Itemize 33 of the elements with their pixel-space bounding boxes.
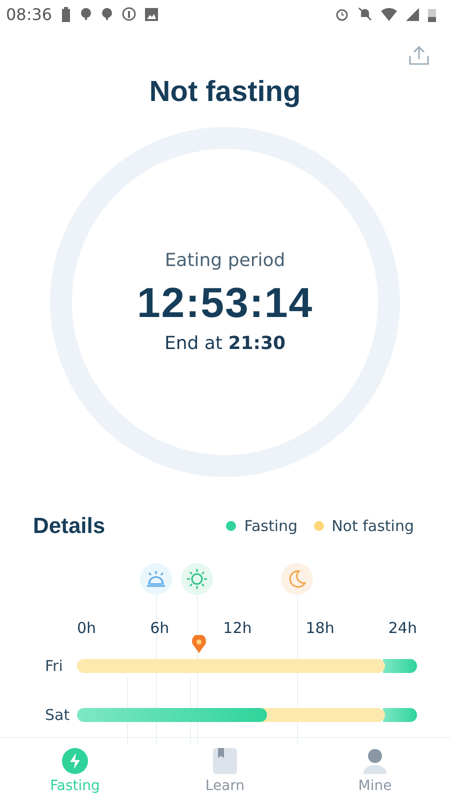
period-label: Eating period [164, 250, 286, 271]
hour-tick-label: 6h [150, 619, 170, 637]
mine-tab[interactable]: Mine [300, 738, 450, 800]
lightning-icon [62, 748, 88, 774]
legend-label: Fasting [244, 517, 298, 535]
tree-icon [80, 8, 92, 20]
circle-icon [122, 7, 136, 21]
alarm-icon [335, 7, 349, 21]
details-title: Details [33, 513, 106, 539]
timer-value: 12:53:14 [136, 279, 314, 327]
day-label: Sat [45, 706, 70, 724]
moon-icon [281, 563, 313, 595]
tree-icon [101, 8, 114, 20]
end-time: End at 21:30 [164, 333, 286, 354]
signal-icon [406, 8, 419, 20]
wifi-icon [381, 8, 397, 20]
hour-tick-label: 12h [223, 619, 252, 637]
hour-tick-label: 24h [388, 619, 417, 637]
image-icon [145, 8, 158, 20]
battery-icon [428, 6, 436, 22]
bell-off-icon [358, 7, 372, 21]
person-icon [363, 748, 387, 774]
status-time: 08:36 [6, 4, 52, 24]
hour-tick-label: 18h [306, 619, 334, 637]
day-label: Fri [45, 657, 63, 675]
hour-tick-label: 0h [77, 619, 96, 637]
fasting-status-title: Not fasting [148, 76, 302, 109]
share-icon[interactable] [408, 46, 430, 66]
fasting-tab[interactable]: Fasting [0, 738, 150, 800]
bookmark-icon [213, 748, 237, 774]
battery-saver-icon [61, 6, 72, 22]
learn-tab[interactable]: Learn [150, 738, 300, 800]
legend-label: Not fasting [332, 517, 414, 535]
